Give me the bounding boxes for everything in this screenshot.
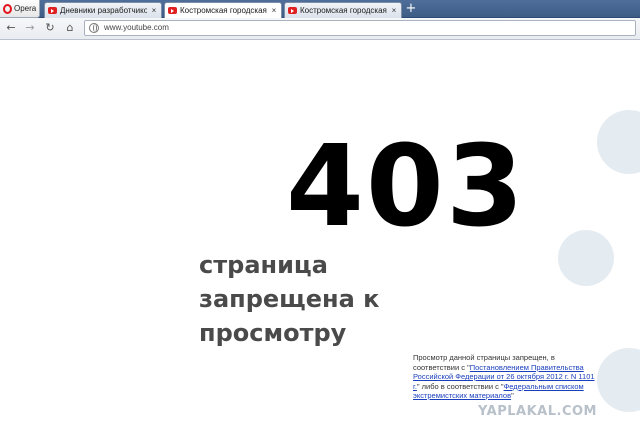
- error-code: 403: [286, 122, 526, 252]
- decor-circle: [558, 230, 614, 286]
- headline-line: страница: [199, 251, 328, 279]
- decor-circle: [597, 110, 640, 174]
- home-button[interactable]: ⌂: [63, 21, 77, 35]
- decor-circle: [597, 348, 640, 412]
- tab-label: Костромская городская: [180, 6, 267, 15]
- tab-developer-diaries[interactable]: Дневники разработчиков ×: [44, 2, 162, 18]
- tab-close-button[interactable]: ×: [270, 6, 278, 15]
- tab-label: Костромская городская: [300, 6, 387, 15]
- youtube-favicon-icon: [168, 7, 177, 14]
- tab-close-button[interactable]: ×: [390, 6, 398, 15]
- tab-kostroma-active[interactable]: Костромская городская ×: [164, 2, 282, 18]
- watermark-logo: YAPLAKAL.COM: [478, 404, 597, 419]
- opera-logo-icon: [3, 3, 12, 14]
- opera-menu-button[interactable]: Opera: [0, 0, 40, 18]
- back-button[interactable]: ←: [4, 21, 18, 35]
- tab-close-button[interactable]: ×: [150, 6, 158, 15]
- legal-note: Просмотр данной страницы запрещен, в соо…: [413, 353, 599, 401]
- note-text: ": [511, 391, 514, 400]
- navigation-bar: ← → ↻ ⌂ www.youtube.com: [0, 18, 640, 40]
- forward-button[interactable]: →: [23, 21, 37, 35]
- opera-menu-label: Opera: [14, 4, 37, 13]
- youtube-favicon-icon: [288, 7, 297, 14]
- headline-line: просмотру: [199, 319, 347, 347]
- youtube-favicon-icon: [48, 7, 57, 14]
- tab-kostroma[interactable]: Костромская городская ×: [284, 2, 402, 18]
- new-tab-button[interactable]: +: [404, 1, 418, 17]
- address-text[interactable]: www.youtube.com: [104, 23, 169, 32]
- note-text: " либо в соответствии с ": [416, 381, 504, 391]
- tab-label: Дневники разработчиков: [60, 6, 147, 15]
- address-bar[interactable]: www.youtube.com: [84, 20, 636, 36]
- error-headline: страница запрещена к просмотру: [199, 248, 429, 350]
- reload-button[interactable]: ↻: [43, 21, 57, 35]
- globe-icon: [89, 23, 99, 33]
- tab-strip: Opera Дневники разработчиков × Костромск…: [0, 0, 640, 18]
- headline-line: запрещена к: [199, 285, 380, 313]
